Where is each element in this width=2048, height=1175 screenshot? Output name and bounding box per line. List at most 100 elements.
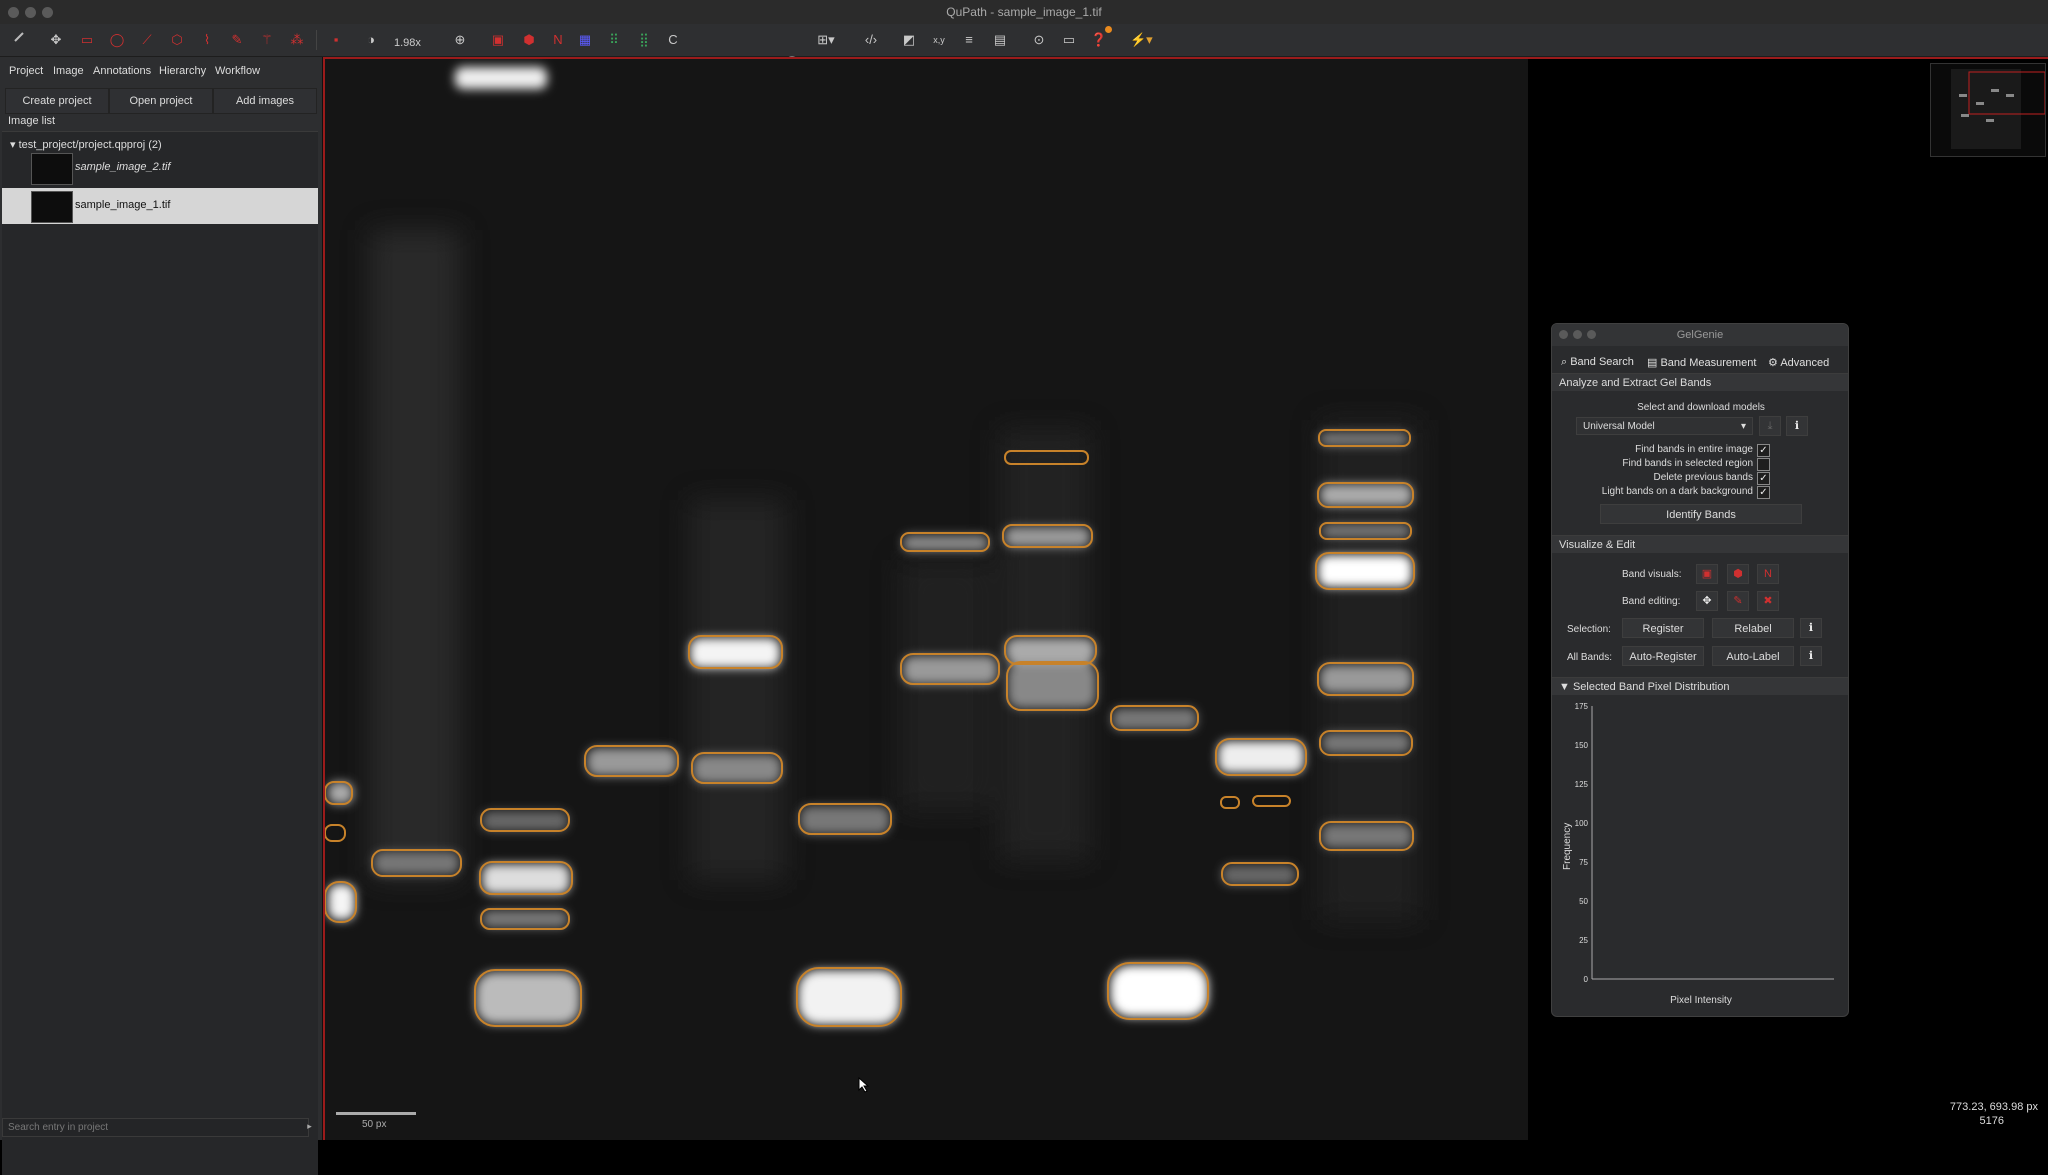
overview-thumbnail[interactable] <box>1930 63 2046 157</box>
checkbox-label: Light bands on a dark background <box>1601 486 1753 497</box>
search-icon: ⌕ <box>1561 356 1571 368</box>
zoom-level: 1.98x <box>394 37 421 49</box>
show-bands-icon[interactable]: ▣ <box>1696 564 1718 584</box>
table-icon: ▤ <box>1647 357 1661 369</box>
find-bands-selected-region-checkbox[interactable] <box>1757 458 1770 471</box>
chevron-down-icon: ▼ <box>1559 681 1573 693</box>
download-icon[interactable]: ⤓ <box>1759 416 1781 436</box>
info-icon[interactable]: ℹ <box>1800 646 1822 666</box>
rectangle-icon[interactable]: ▭ <box>76 29 98 51</box>
ytick: 125 <box>1574 780 1588 789</box>
chevron-down-icon: ▾ <box>1740 421 1746 432</box>
tab-band-measurement[interactable]: ▤ Band Measurement <box>1647 356 1756 369</box>
image-list-label: Image list <box>8 115 56 127</box>
show-annotations-icon[interactable]: ▣ <box>487 29 509 51</box>
move-band-icon[interactable]: ✥ <box>1696 591 1718 611</box>
wand-icon[interactable]: ⚚ <box>256 29 278 51</box>
xy-icon[interactable]: x,y <box>928 29 950 51</box>
fill-detections-icon[interactable]: ⣿ <box>633 29 655 51</box>
overview-gel-image <box>1951 69 2046 149</box>
brush-band-icon[interactable]: ✎ <box>1727 591 1749 611</box>
script-icon[interactable]: ‹/› <box>860 29 882 51</box>
add-images-button[interactable]: Add images <box>213 88 317 114</box>
grid-icon[interactable]: ⊞▾ <box>815 29 837 51</box>
brush-icon[interactable]: ✎ <box>226 29 248 51</box>
project-search-input[interactable]: Search entry in project <box>2 1118 309 1137</box>
visualize-section-header: Visualize & Edit <box>1552 535 1848 553</box>
log-icon[interactable]: ▭ <box>1058 29 1080 51</box>
show-tma-icon[interactable]: ▦ <box>574 29 596 51</box>
select-models-label: Select and download models <box>1637 402 1765 413</box>
image-thumbnail <box>31 191 73 223</box>
polygon-icon[interactable]: ⬡ <box>166 29 188 51</box>
delete-previous-bands-checkbox[interactable]: ✓ <box>1757 472 1770 485</box>
tab-project[interactable]: Project <box>9 65 43 77</box>
auto-label-button[interactable]: Auto-Label <box>1712 646 1794 666</box>
table-icon[interactable]: ▤ <box>989 29 1011 51</box>
tab-workflow[interactable]: Workflow <box>215 65 260 77</box>
tab-image[interactable]: Image <box>53 65 84 77</box>
image-name: sample_image_1.tif <box>75 199 171 211</box>
show-names-icon[interactable]: N <box>547 29 569 51</box>
mouse-cursor-icon <box>858 1077 870 1093</box>
search-options-icon[interactable]: ▸ <box>302 1118 317 1135</box>
toolbar-divider <box>316 30 317 50</box>
relabel-button[interactable]: Relabel <box>1712 618 1794 638</box>
extension-icon[interactable]: ⚡▾ <box>1130 29 1153 51</box>
zoom-to-fit-icon[interactable]: ⊕ <box>449 29 471 51</box>
model-dropdown[interactable]: Universal Model ▾ <box>1576 417 1753 435</box>
notification-dot <box>1105 26 1112 33</box>
scalebar-icon[interactable]: ≡ <box>958 29 980 51</box>
main-toolbar: ✥ ▭ ◯ ⟋ ⬡ ⌇ ✎ ⚚ ⁂ ▪ ◑ 1.98x ⊕ ▣ ⬢ N ▦ ⠿ … <box>0 24 2048 68</box>
open-project-button[interactable]: Open project <box>109 88 213 114</box>
light-bands-dark-background-checkbox[interactable]: ✓ <box>1757 486 1770 499</box>
ytick: 150 <box>1574 741 1588 750</box>
histogram-axes <box>1591 706 1834 980</box>
gelgenie-title: GelGenie <box>1676 329 1724 341</box>
show-detections-icon[interactable]: ⠿ <box>603 29 625 51</box>
create-project-button[interactable]: Create project <box>5 88 109 114</box>
brightness-contrast-icon[interactable]: ◑ <box>360 29 382 51</box>
overview-icon[interactable]: ◩ <box>898 29 920 51</box>
line-icon[interactable]: ⟋ <box>136 29 158 51</box>
tab-hierarchy[interactable]: Hierarchy <box>159 65 206 77</box>
points-icon[interactable]: ⁂ <box>286 29 308 51</box>
gelgenie-panel: GelGenie ⌕ Band Search ▤ Band Measuremen… <box>1551 323 1849 1017</box>
letter-c-toggle[interactable]: C <box>662 29 684 51</box>
fill-bands-icon[interactable]: ⬢ <box>1727 564 1749 584</box>
info-icon[interactable]: ℹ <box>1786 416 1808 436</box>
cursor-coordinates: 773.23, 693.98 px <box>1949 1101 2038 1113</box>
auto-register-button[interactable]: Auto-Register <box>1622 646 1704 666</box>
identify-bands-button[interactable]: Identify Bands <box>1600 504 1802 524</box>
selection-mode-icon[interactable]: ▪ <box>325 29 347 51</box>
gelgenie-titlebar[interactable]: GelGenie <box>1552 324 1848 346</box>
delete-band-icon[interactable]: ✖ <box>1757 591 1779 611</box>
histogram-section-header[interactable]: ▼ Selected Band Pixel Distribution <box>1552 677 1848 695</box>
title-bar: QuPath - sample_image_1.tif <box>0 0 2048 25</box>
band-visuals-label: Band visuals: <box>1622 569 1682 580</box>
fill-annotations-icon[interactable]: ⬢ <box>518 29 540 51</box>
selection-label: Selection: <box>1567 624 1611 635</box>
info-icon[interactable]: ℹ <box>1800 618 1822 638</box>
gear-icon: ⚙ <box>1768 357 1781 369</box>
pixel-value: 5176 <box>1979 1115 2004 1127</box>
pan-icon[interactable]: ✥ <box>45 29 67 51</box>
image-thumbnail <box>31 153 73 185</box>
polyline-icon[interactable]: ⌇ <box>196 29 218 51</box>
tab-band-search[interactable]: ⌕ Band Search <box>1561 356 1634 369</box>
find-bands-entire-image-checkbox[interactable]: ✓ <box>1757 444 1770 457</box>
ellipse-icon[interactable]: ◯ <box>106 29 128 51</box>
register-button[interactable]: Register <box>1622 618 1704 638</box>
image-name: sample_image_2.tif <box>75 161 171 173</box>
tab-advanced[interactable]: ⚙ Advanced <box>1768 356 1829 369</box>
analyze-icon[interactable]: ⊙ <box>1028 29 1050 51</box>
scale-bar <box>336 1112 416 1115</box>
tab-annotations[interactable]: Annotations <box>93 65 151 77</box>
histogram-xlabel: Pixel Intensity <box>1670 995 1732 1006</box>
project-panel: Project Image Annotations Hierarchy Work… <box>0 57 323 1175</box>
ytick: 175 <box>1574 702 1588 711</box>
image-list-item[interactable]: sample_image_2.tif <box>2 150 318 186</box>
image-list-item-selected[interactable]: sample_image_1.tif <box>2 188 318 224</box>
move-icon[interactable] <box>8 29 30 51</box>
band-names-icon[interactable]: N <box>1757 564 1779 584</box>
